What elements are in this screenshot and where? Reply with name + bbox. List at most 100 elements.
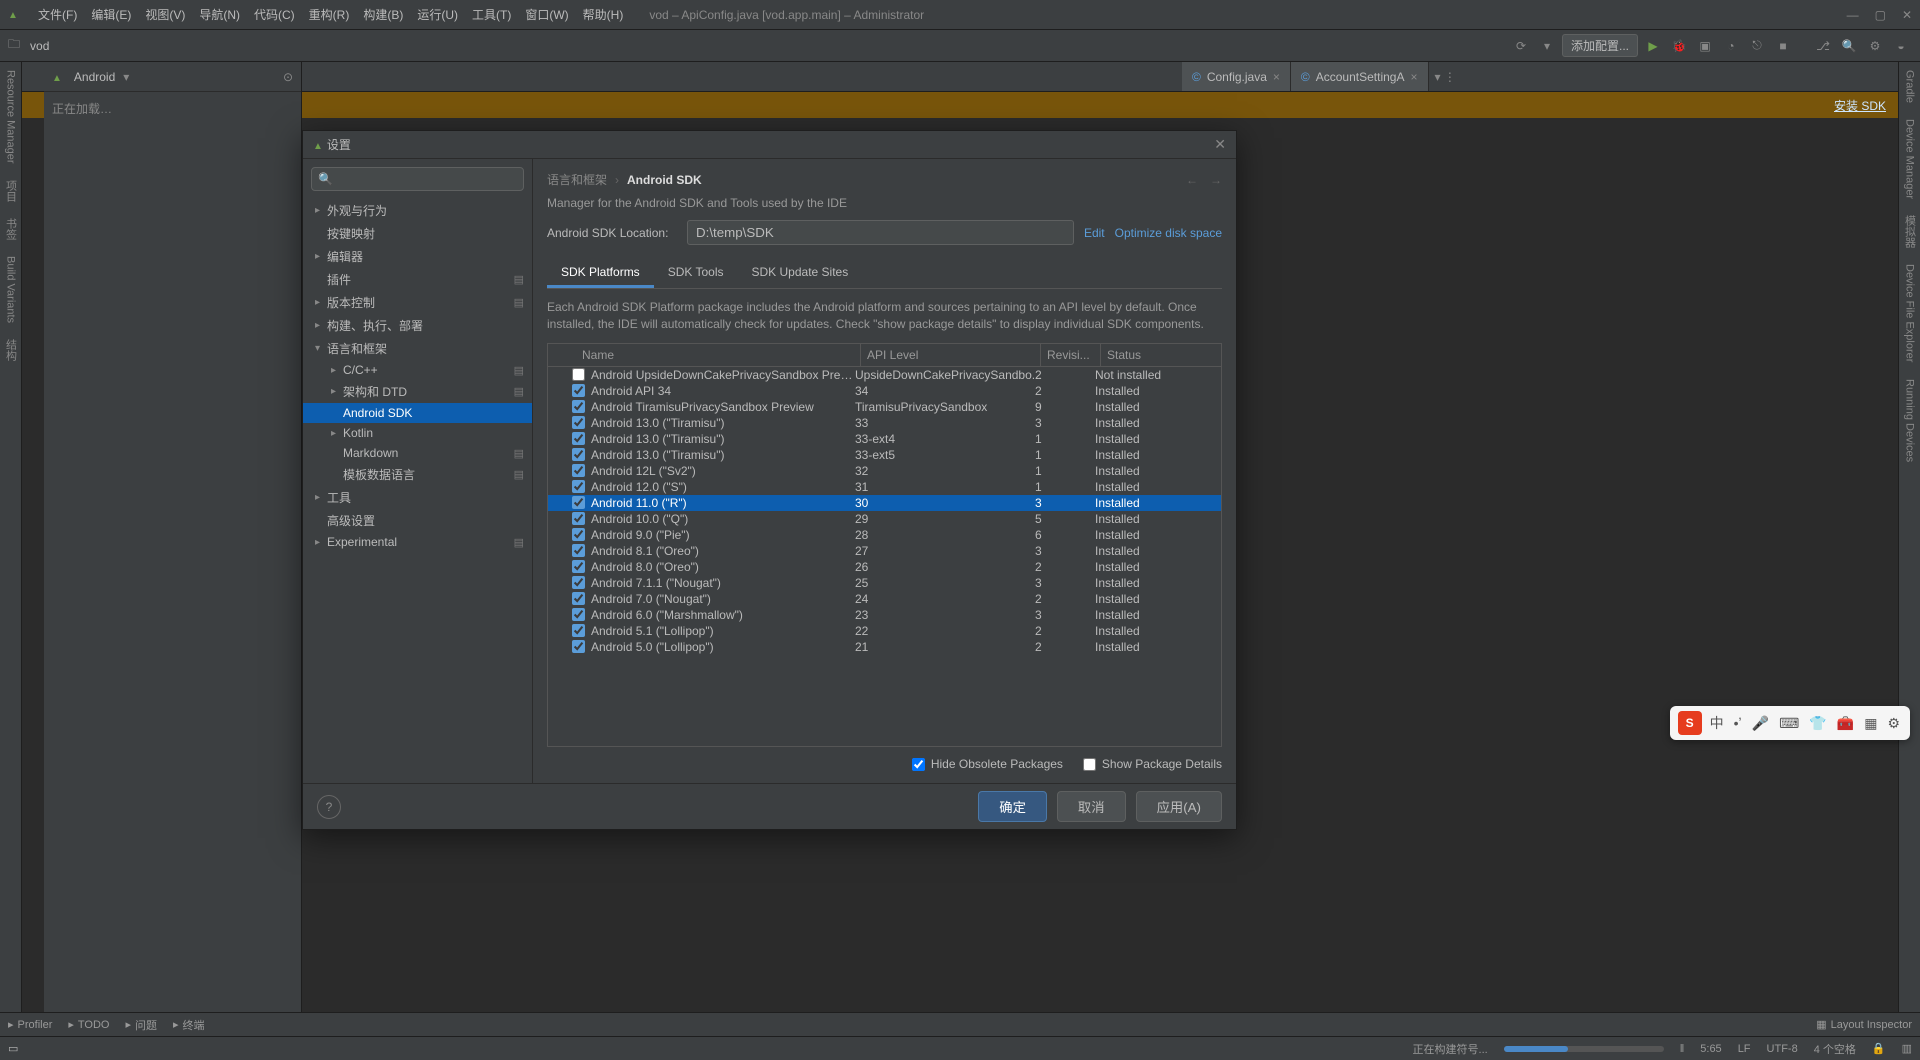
tree-item[interactable]: ▸构建、执行、部署 bbox=[303, 314, 532, 337]
dialog-close-icon[interactable]: ✕ bbox=[1214, 136, 1226, 153]
optimize-disk-link[interactable]: Optimize disk space bbox=[1115, 226, 1222, 240]
tree-item[interactable]: ▸版本控制▤ bbox=[303, 291, 532, 314]
sdk-subtab[interactable]: SDK Update Sites bbox=[738, 259, 863, 288]
tree-item[interactable]: ▸C/C++▤ bbox=[303, 360, 532, 380]
left-tab[interactable]: Build Variants bbox=[3, 248, 19, 331]
sdk-row[interactable]: Android 6.0 ("Marshmallow")233Installed bbox=[548, 607, 1221, 623]
sdk-checkbox[interactable] bbox=[572, 496, 585, 509]
readonly-icon[interactable]: 🔒 bbox=[1872, 1042, 1886, 1055]
sdk-row[interactable]: Android 5.1 ("Lollipop")222Installed bbox=[548, 623, 1221, 639]
project-breadcrumb[interactable]: vod bbox=[8, 35, 49, 56]
col-api[interactable]: API Level bbox=[861, 344, 1041, 366]
menu-导航(N)[interactable]: 导航(N) bbox=[193, 4, 246, 25]
sdk-checkbox[interactable] bbox=[572, 608, 585, 621]
ime-punct-icon[interactable]: •ʼ bbox=[1732, 715, 1744, 731]
sdk-checkbox[interactable] bbox=[572, 576, 585, 589]
right-tab[interactable]: Running Devices bbox=[1902, 371, 1918, 470]
settings-search-input[interactable] bbox=[333, 172, 517, 186]
left-tab[interactable]: 书签 bbox=[1, 210, 21, 248]
ime-toolbar[interactable]: S 中 •ʼ 🎤 ⌨ 👕 🧰 ▦ ⚙ bbox=[1670, 706, 1910, 740]
caret-pos[interactable]: 5:65 bbox=[1700, 1043, 1721, 1055]
sdk-checkbox[interactable] bbox=[572, 544, 585, 557]
run-icon[interactable]: ▶ bbox=[1642, 39, 1664, 53]
sdk-row[interactable]: Android 7.1.1 ("Nougat")253Installed bbox=[548, 575, 1221, 591]
col-name[interactable]: Name bbox=[548, 344, 861, 366]
ime-skin-icon[interactable]: 👕 bbox=[1807, 715, 1828, 732]
edit-sdk-location[interactable]: Edit bbox=[1084, 226, 1105, 240]
ime-keyboard-icon[interactable]: ⌨ bbox=[1777, 715, 1801, 732]
apply-button[interactable]: 应用(A) bbox=[1136, 791, 1222, 822]
tab-close-icon[interactable]: × bbox=[1410, 70, 1417, 84]
sdk-checkbox[interactable] bbox=[572, 432, 585, 445]
right-tab[interactable]: Gradle bbox=[1902, 62, 1918, 111]
tree-item[interactable]: 按键映射 bbox=[303, 222, 532, 245]
sdk-checkbox[interactable] bbox=[572, 448, 585, 461]
help-icon[interactable]: ? bbox=[317, 795, 341, 819]
tree-item[interactable]: ▾语言和框架 bbox=[303, 337, 532, 360]
sdk-row[interactable]: Android 5.0 ("Lollipop")212Installed bbox=[548, 639, 1221, 655]
tabs-more-icon[interactable]: ▾ ⋮ bbox=[1429, 62, 1462, 91]
settings-search[interactable]: 🔍 bbox=[311, 167, 524, 191]
run-config-selector[interactable]: 添加配置... bbox=[1562, 34, 1638, 57]
left-tab[interactable]: 结构 bbox=[1, 331, 21, 369]
profile-icon[interactable]: ◔ bbox=[1720, 39, 1742, 53]
ime-lang[interactable]: 中 bbox=[1708, 713, 1726, 733]
sync-icon[interactable]: ⟳ bbox=[1510, 39, 1532, 53]
tree-item[interactable]: Markdown▤ bbox=[303, 443, 532, 463]
layout-inspector-tab[interactable]: ▦Layout Inspector bbox=[1816, 1018, 1912, 1031]
col-status[interactable]: Status bbox=[1101, 344, 1221, 366]
sdk-checkbox[interactable] bbox=[572, 512, 585, 525]
search-icon[interactable]: 🔍 bbox=[1838, 39, 1860, 53]
sdk-row[interactable]: Android 12.0 ("S")311Installed bbox=[548, 479, 1221, 495]
sdk-checkbox[interactable] bbox=[572, 400, 585, 413]
dropdown-icon[interactable]: ▾ bbox=[1536, 39, 1558, 53]
account-icon[interactable]: ◒ bbox=[1890, 39, 1912, 53]
coverage-icon[interactable]: ▣ bbox=[1694, 39, 1716, 53]
tab-close-icon[interactable]: × bbox=[1273, 70, 1280, 84]
col-rev[interactable]: Revisi... bbox=[1041, 344, 1101, 366]
pause-icon[interactable]: ‖ bbox=[1680, 1043, 1685, 1055]
settings-icon[interactable]: ⚙ bbox=[1864, 39, 1886, 53]
right-tab[interactable]: Device Manager bbox=[1902, 111, 1918, 207]
menu-帮助(H)[interactable]: 帮助(H) bbox=[577, 4, 630, 25]
sdk-row[interactable]: Android TiramisuPrivacySandbox PreviewTi… bbox=[548, 399, 1221, 415]
sdk-row[interactable]: Android 8.1 ("Oreo")273Installed bbox=[548, 543, 1221, 559]
show-details-input[interactable] bbox=[1083, 758, 1096, 771]
menu-文件(F)[interactable]: 文件(F) bbox=[32, 4, 83, 25]
sdk-checkbox[interactable] bbox=[572, 560, 585, 573]
show-details-checkbox[interactable]: Show Package Details bbox=[1083, 757, 1222, 771]
tree-item[interactable]: ▸编辑器 bbox=[303, 245, 532, 268]
menu-重构(R)[interactable]: 重构(R) bbox=[303, 4, 356, 25]
bottom-tab[interactable]: ▸TODO bbox=[68, 1018, 109, 1031]
hide-obsolete-checkbox[interactable]: Hide Obsolete Packages bbox=[912, 757, 1063, 771]
right-tab[interactable]: Device File Explorer bbox=[1902, 256, 1918, 370]
bottom-tab[interactable]: ▸终端 bbox=[173, 1017, 205, 1033]
menu-窗口(W)[interactable]: 窗口(W) bbox=[519, 4, 574, 25]
sdk-location-input[interactable] bbox=[687, 220, 1074, 245]
sdk-row[interactable]: Android 10.0 ("Q")295Installed bbox=[548, 511, 1221, 527]
left-tab[interactable]: 项目 bbox=[1, 172, 21, 210]
encoding[interactable]: UTF-8 bbox=[1767, 1043, 1798, 1055]
menu-运行(U)[interactable]: 运行(U) bbox=[411, 4, 464, 25]
sdk-row[interactable]: Android 12L ("Sv2")321Installed bbox=[548, 463, 1221, 479]
chevron-down-icon[interactable]: ▾ bbox=[123, 70, 129, 84]
ime-grid-icon[interactable]: ▦ bbox=[1862, 715, 1879, 732]
ime-tool-icon[interactable]: 🧰 bbox=[1835, 715, 1856, 732]
sdk-row[interactable]: Android 13.0 ("Tiramisu")33-ext51Install… bbox=[548, 447, 1221, 463]
cancel-button[interactable]: 取消 bbox=[1057, 791, 1126, 822]
sdk-row[interactable]: Android 9.0 ("Pie")286Installed bbox=[548, 527, 1221, 543]
tree-item[interactable]: 插件▤ bbox=[303, 268, 532, 291]
sdk-checkbox[interactable] bbox=[572, 528, 585, 541]
close-icon[interactable]: ✕ bbox=[1902, 8, 1912, 22]
sdk-row[interactable]: Android 11.0 ("R")303Installed bbox=[548, 495, 1221, 511]
bottom-tab[interactable]: ▸Profiler bbox=[8, 1018, 52, 1031]
sdk-checkbox[interactable] bbox=[572, 592, 585, 605]
sdk-row[interactable]: Android API 34342Installed bbox=[548, 383, 1221, 399]
sdk-row[interactable]: Android 13.0 ("Tiramisu")333Installed bbox=[548, 415, 1221, 431]
sdk-checkbox[interactable] bbox=[572, 624, 585, 637]
right-tab[interactable]: 模拟器 bbox=[1900, 207, 1920, 256]
sdk-checkbox[interactable] bbox=[572, 640, 585, 653]
line-sep[interactable]: LF bbox=[1738, 1043, 1751, 1055]
tree-item[interactable]: Android SDK bbox=[303, 403, 532, 423]
git-icon[interactable]: ⎇ bbox=[1812, 39, 1834, 53]
